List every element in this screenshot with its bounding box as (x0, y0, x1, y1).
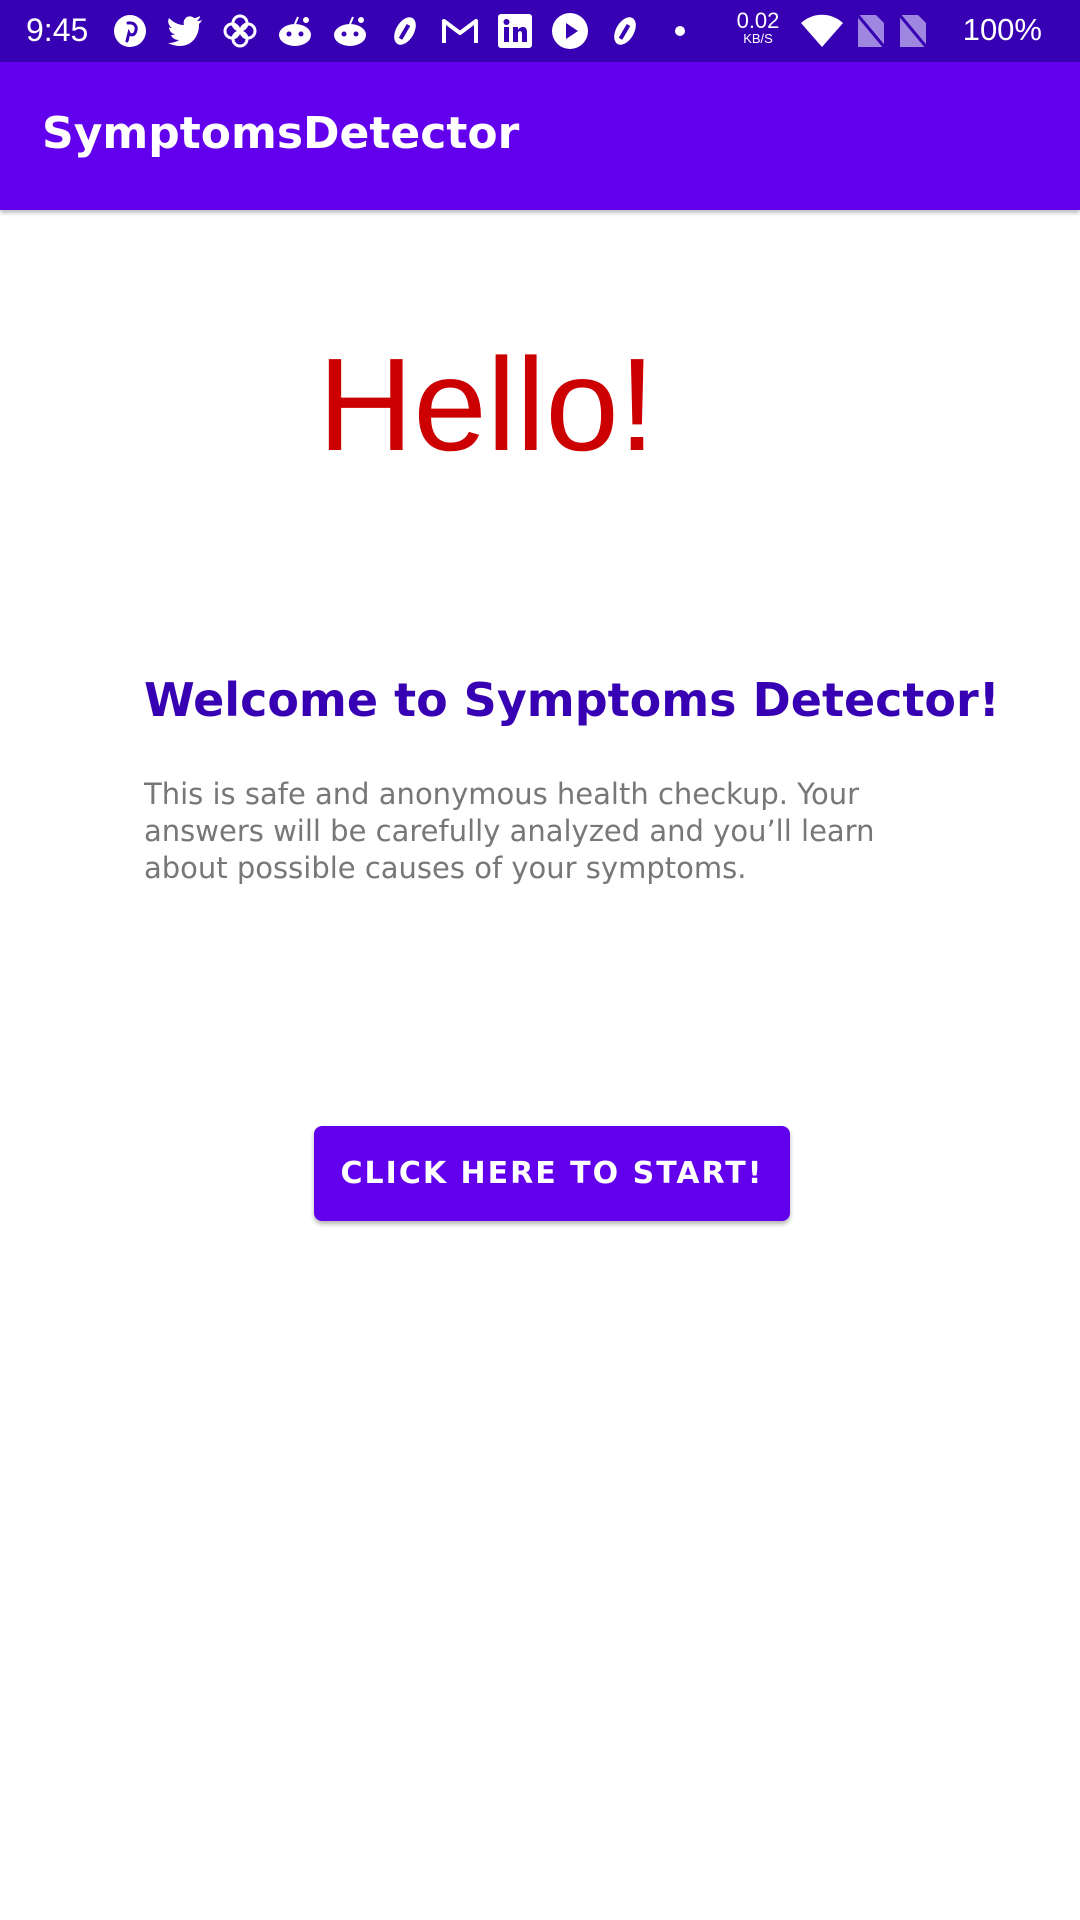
notification-icons (110, 12, 715, 50)
gmail-icon (440, 12, 480, 50)
pinwheel-icon (220, 12, 260, 50)
no-sim-icon (856, 13, 886, 49)
status-time: 9:45 (26, 12, 89, 48)
wifi-icon (800, 14, 844, 48)
description-text: This is safe and anonymous health checku… (144, 777, 875, 885)
twitter-icon (165, 12, 205, 50)
no-sim-icon (898, 13, 928, 49)
linkedin-icon (495, 12, 535, 50)
reddit-icon (275, 12, 315, 50)
net-speed-unit: KB/S (743, 31, 773, 46)
battery-percentage: 100% (962, 12, 1042, 47)
status-bar: 9:45 0.02 KB/S 100% (0, 0, 1080, 62)
start-button[interactable]: CLICK HERE TO START! (314, 1126, 790, 1221)
net-speed: 0.02 KB/S (732, 10, 784, 46)
welcome-title: Welcome to Symptoms Detector! (144, 673, 1000, 727)
app-bar: SymptomsDetector (0, 62, 1080, 210)
app-title: SymptomsDetector (42, 108, 520, 159)
dot-icon (660, 12, 700, 50)
youtube-icon (550, 12, 590, 50)
pinterest-icon (110, 12, 150, 50)
reddit-icon (330, 12, 370, 50)
hello-heading: Hello! (318, 331, 656, 478)
app-icon (385, 12, 425, 50)
app-icon (605, 12, 645, 50)
net-speed-value: 0.02 (736, 8, 780, 33)
system-icons (800, 12, 940, 50)
